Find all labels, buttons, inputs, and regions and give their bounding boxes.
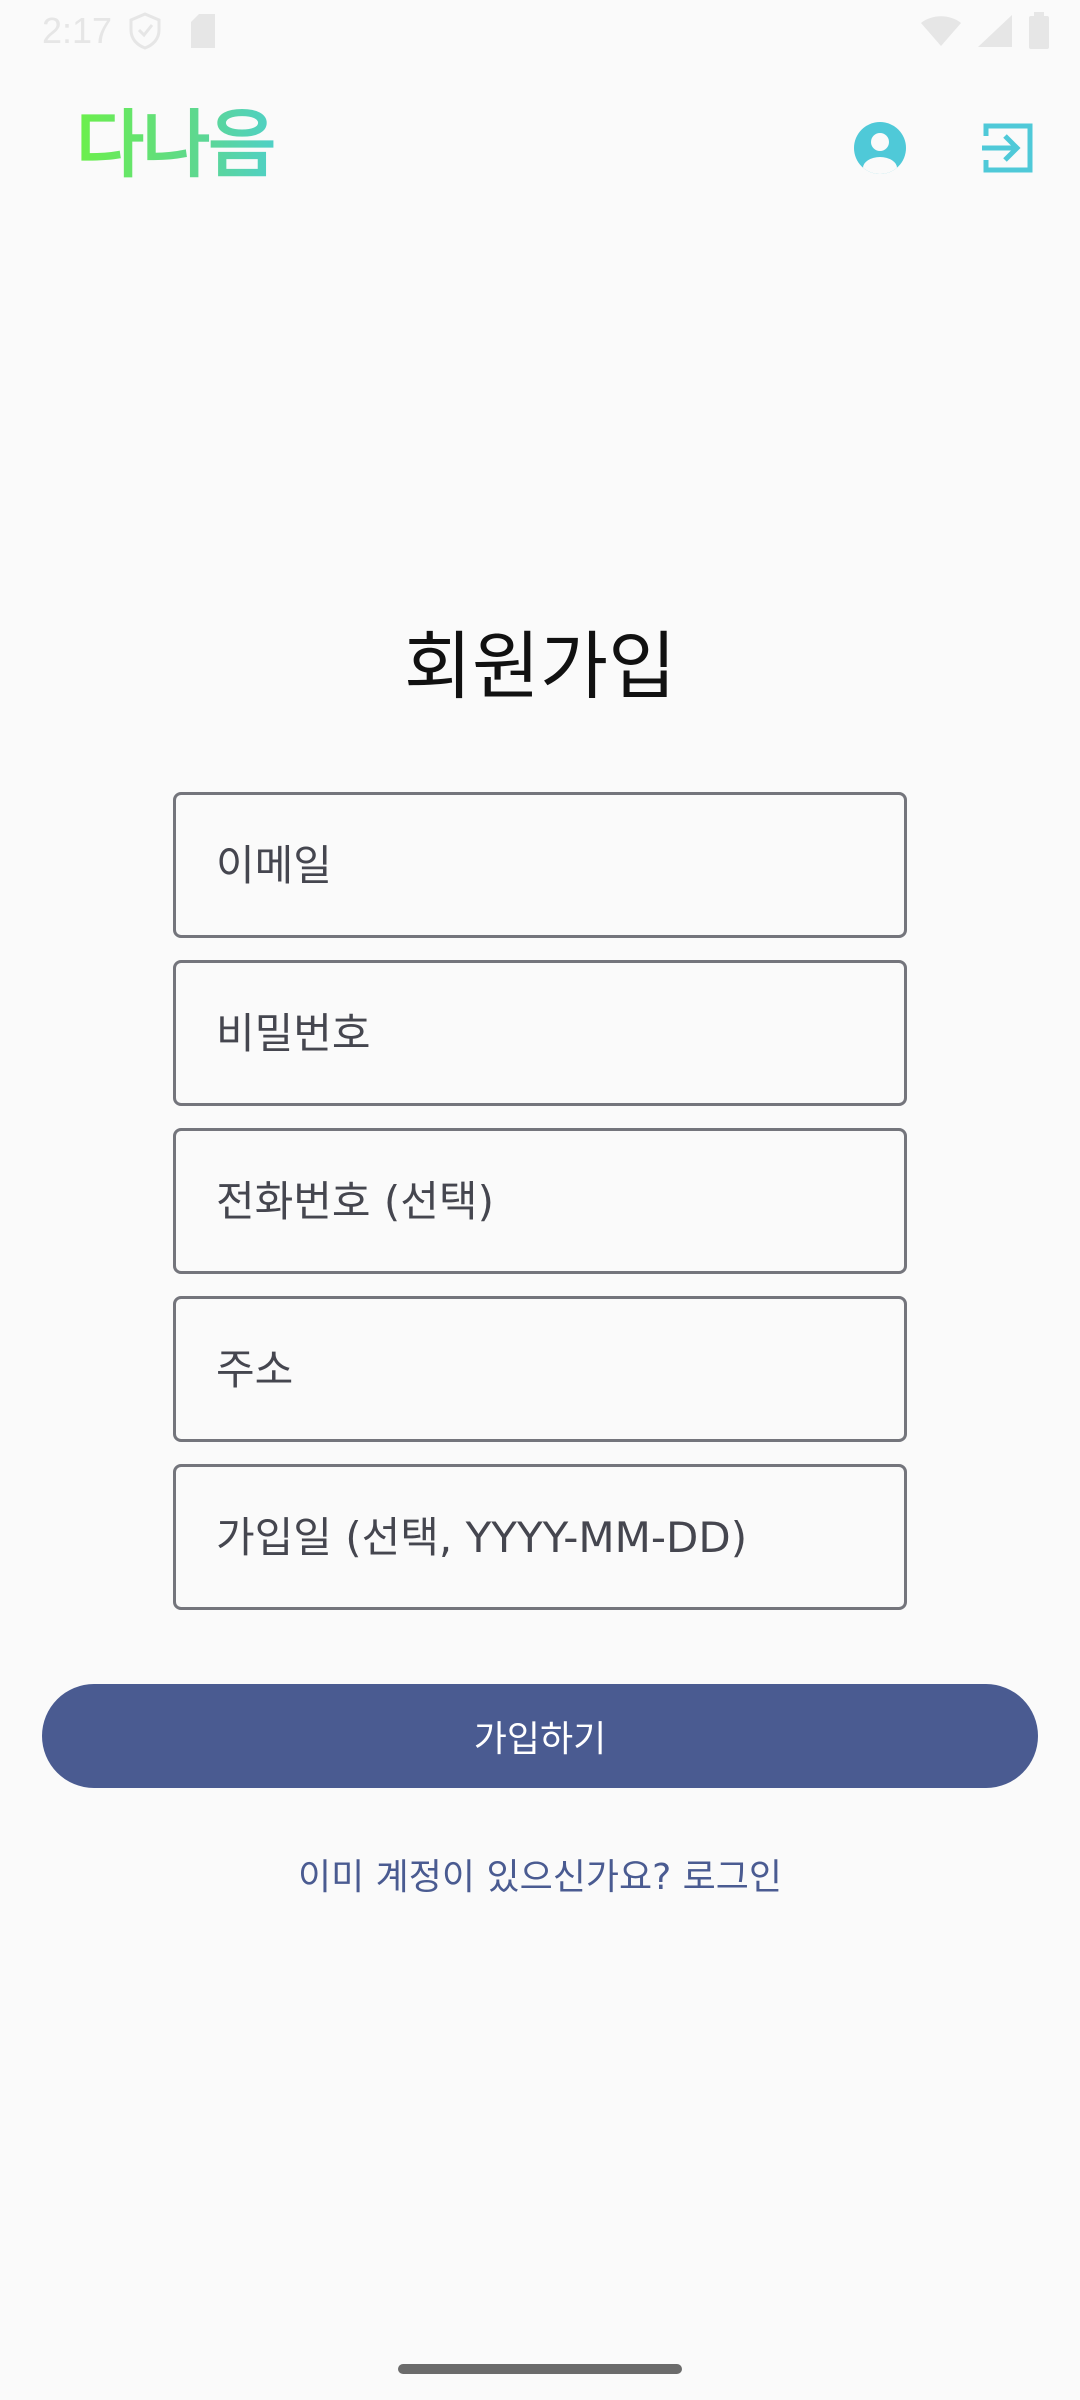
logout-button[interactable]	[980, 120, 1036, 176]
login-link[interactable]: 이미 계정이 있으신가요? 로그인	[0, 1860, 1080, 1896]
status-right-icons	[920, 12, 1050, 50]
phone-input[interactable]	[176, 1131, 904, 1271]
email-field[interactable]	[173, 792, 907, 938]
wifi-icon	[921, 16, 961, 46]
status-time: 2:17	[42, 10, 113, 51]
password-input[interactable]	[176, 963, 904, 1103]
app-logo: 다나음	[76, 102, 276, 188]
logout-icon	[982, 123, 1033, 173]
shield-icon	[129, 12, 161, 50]
address-input[interactable]	[176, 1299, 904, 1439]
sim-card-icon	[191, 14, 215, 48]
home-indicator[interactable]	[398, 2364, 682, 2374]
signup-button[interactable]: 가입하기	[42, 1684, 1038, 1788]
account-circle-icon	[854, 122, 906, 174]
status-bar: 2:17	[0, 0, 1080, 64]
join-date-field[interactable]	[173, 1464, 907, 1610]
email-input[interactable]	[176, 795, 904, 935]
address-field[interactable]	[173, 1296, 907, 1442]
battery-icon	[1029, 12, 1049, 49]
signal-icon	[978, 15, 1012, 47]
password-field[interactable]	[173, 960, 907, 1106]
join-date-input[interactable]	[176, 1467, 904, 1607]
phone-field[interactable]	[173, 1128, 907, 1274]
page-title: 회원가입	[403, 624, 677, 710]
status-left-icons	[128, 12, 218, 50]
profile-button[interactable]	[852, 120, 908, 176]
